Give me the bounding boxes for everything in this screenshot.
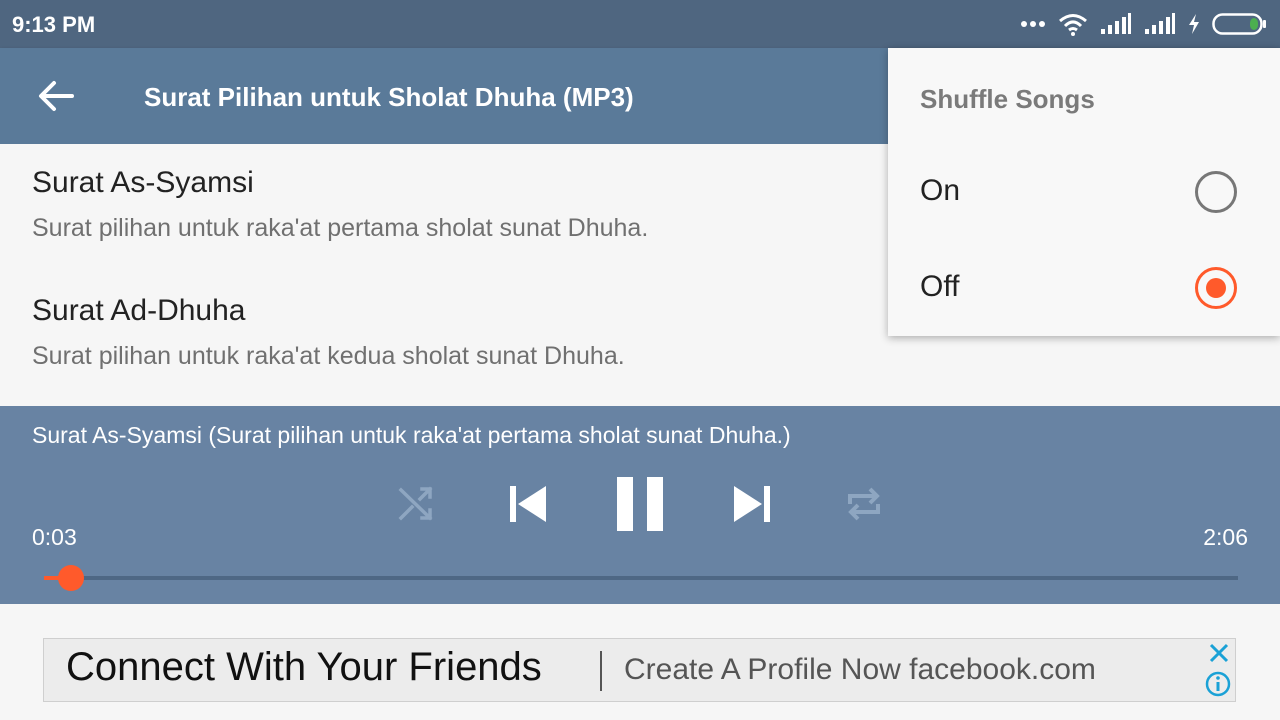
previous-button[interactable]	[502, 478, 554, 530]
pause-icon	[617, 477, 663, 531]
close-icon[interactable]	[1207, 641, 1231, 665]
shuffle-button[interactable]	[392, 480, 440, 528]
option-on[interactable]: On	[888, 144, 1280, 240]
ad-subline: Create A Profile Now facebook.com	[624, 653, 1096, 686]
arrow-left-icon	[39, 81, 74, 111]
now-playing-text: Surat As-Syamsi (Surat pilihan untuk rak…	[32, 422, 791, 448]
status-bar: 9:13 PM	[0, 0, 1280, 48]
status-time: 9:13 PM	[12, 12, 96, 37]
option-off[interactable]: Off	[888, 240, 1280, 336]
shuffle-menu: Shuffle Songs On Off	[888, 48, 1280, 336]
radio-button[interactable]	[1195, 267, 1237, 309]
repeat-icon	[848, 487, 880, 521]
total-time: 2:06	[1203, 524, 1248, 550]
signal-icon	[1101, 13, 1131, 34]
page-title: Surat Pilihan untuk Sholat Dhuha (MP3)	[144, 82, 634, 112]
ad-area: Connect With Your Friends Create A Profi…	[0, 604, 1280, 720]
charging-icon	[1189, 14, 1199, 34]
seek-thumb[interactable]	[58, 565, 85, 591]
ad-headline: Connect With Your Friends	[66, 645, 542, 689]
repeat-button[interactable]	[838, 480, 890, 528]
media-player: Surat As-Syamsi (Surat pilihan untuk rak…	[0, 406, 1280, 604]
pause-button[interactable]	[612, 472, 668, 536]
skip-next-icon	[734, 486, 770, 522]
shuffle-icon	[398, 486, 433, 521]
battery-icon	[1212, 13, 1266, 35]
back-button[interactable]	[28, 72, 84, 120]
ad-divider	[600, 651, 602, 691]
next-button[interactable]	[726, 478, 778, 530]
app-screen: 9:13 PM Surat Pilihan untuk Sholat Dhuha…	[0, 0, 1280, 720]
track-subtitle: Surat pilihan untuk raka'at kedua sholat…	[32, 342, 625, 370]
status-icons	[1020, 10, 1268, 38]
skip-previous-icon	[510, 486, 546, 522]
more-dots-icon	[1021, 21, 1045, 27]
option-label: Off	[920, 270, 960, 303]
radio-button[interactable]	[1195, 171, 1237, 213]
option-label: On	[920, 174, 961, 207]
signal-icon	[1145, 13, 1175, 34]
menu-title: Shuffle Songs	[920, 84, 1095, 114]
seek-bar[interactable]	[44, 565, 1238, 591]
ad-banner[interactable]: Connect With Your Friends Create A Profi…	[43, 638, 1236, 702]
current-time: 0:03	[32, 524, 77, 550]
wifi-icon	[1059, 14, 1087, 36]
info-icon[interactable]	[1205, 671, 1231, 697]
